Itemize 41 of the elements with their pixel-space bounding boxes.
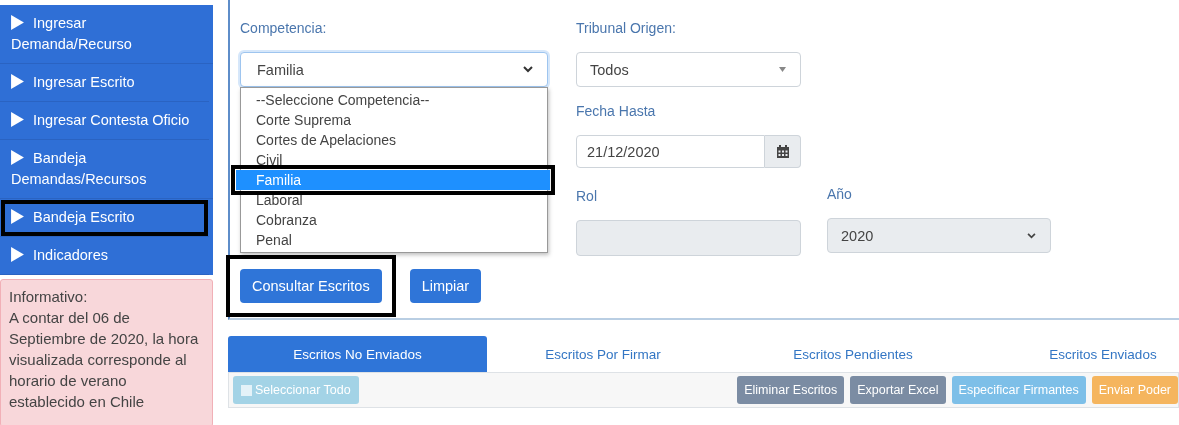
- toolbar-button[interactable]: Eliminar Escritos: [737, 376, 845, 404]
- competencia-select[interactable]: Familia: [240, 52, 548, 87]
- dropdown-option[interactable]: Corte Suprema: [241, 110, 547, 130]
- tab[interactable]: Escritos Enviados: [978, 336, 1179, 372]
- field-label: Competencia:: [240, 20, 328, 38]
- dropdown-option[interactable]: --Seleccione Competencia--: [241, 90, 547, 110]
- play-icon: [11, 74, 24, 89]
- play-icon: [11, 150, 24, 165]
- play-icon: [11, 112, 24, 127]
- dropdown-option[interactable]: Civil: [241, 150, 547, 170]
- dropdown-option[interactable]: Penal: [241, 230, 547, 250]
- field-label: Fecha Hasta: [576, 103, 657, 121]
- calendar-icon: [776, 145, 789, 158]
- dropdown-option[interactable]: Cortes de Apelaciones: [241, 130, 547, 150]
- sidebar-item[interactable]: Ingresar Demanda/Recurso: [0, 5, 213, 64]
- notice-title: Informativo:: [9, 287, 89, 307]
- tribunal-select[interactable]: Todos: [576, 52, 801, 87]
- tab[interactable]: Escritos Pendientes: [728, 336, 978, 372]
- chevron-down-icon: [523, 66, 533, 73]
- tab[interactable]: Escritos No Enviados: [228, 336, 487, 372]
- date-field[interactable]: 21/12/2020: [576, 135, 765, 168]
- sidebar-item[interactable]: Ingresar Contesta Oficio: [0, 102, 209, 140]
- sidebar-item[interactable]: Bandeja Escrito: [0, 199, 209, 237]
- field-label: Rol: [576, 188, 598, 206]
- field-label: Tribunal Origen:: [576, 20, 677, 38]
- action-button[interactable]: Consultar Escritos: [240, 269, 382, 303]
- play-icon: [11, 247, 24, 262]
- notice-text: A contar del 06 de Septiembre de 2020, la hora visualizada corresponde al horario de verano establecido en Chile: [9, 308, 200, 412]
- caret-down-icon: [779, 67, 786, 72]
- play-icon: [11, 15, 24, 30]
- chevron-down-icon: [1027, 232, 1036, 239]
- calendar-button[interactable]: [765, 135, 801, 168]
- sidebar-item[interactable]: Ingresar Escrito: [0, 64, 209, 102]
- dropdown-option[interactable]: Cobranza: [241, 210, 547, 230]
- action-button[interactable]: Limpiar: [409, 269, 482, 303]
- play-icon: [11, 209, 24, 224]
- sidebar-item[interactable]: Indicadores: [0, 237, 209, 275]
- dropdown-option[interactable]: Laboral: [241, 190, 547, 210]
- toolbar-button[interactable]: Exportar Excel: [850, 376, 946, 404]
- field-label: Año: [827, 186, 853, 204]
- sidebar-item[interactable]: Bandeja Demandas/Recursos: [0, 140, 213, 199]
